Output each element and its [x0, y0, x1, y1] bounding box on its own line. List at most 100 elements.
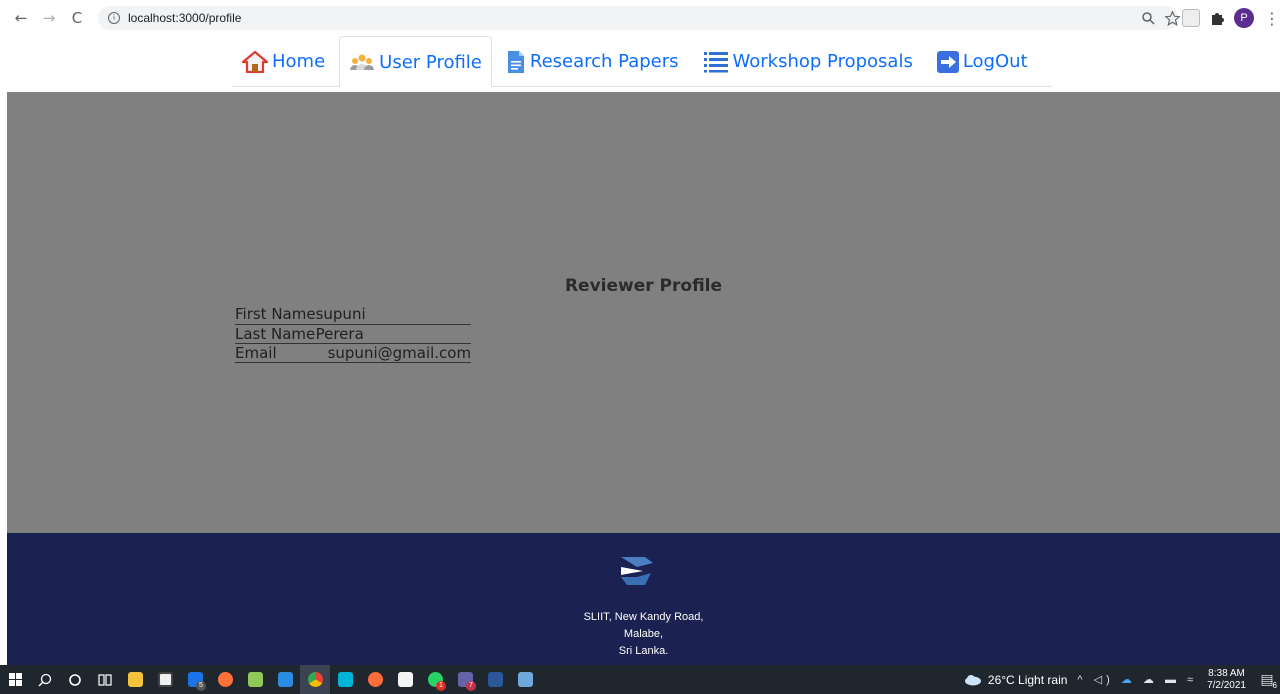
nav-tabs: Home User Profile Research Papers Worksh… [232, 36, 1052, 87]
forward-arrow-icon: → [42, 9, 56, 27]
taskbar-file-explorer[interactable] [120, 665, 150, 694]
taskbar-chrome[interactable] [300, 665, 330, 694]
taskbar-firefox[interactable] [210, 665, 240, 694]
menu-kebab-icon[interactable]: ⋮ [1264, 9, 1280, 28]
cortana-circle-icon [69, 673, 81, 686]
cloud-rain-icon [964, 674, 981, 685]
site-footer: SLIIT, New Kandy Road, Malabe, Sri Lanka… [7, 533, 1280, 665]
profile-avatar[interactable]: P [1234, 8, 1254, 28]
taskbar-app[interactable] [510, 665, 540, 694]
teams-badge: 7 [466, 681, 476, 691]
back-button[interactable]: ← [10, 7, 32, 29]
app-icon [517, 672, 533, 687]
notification-count: 6 [1272, 681, 1277, 690]
address-bar[interactable]: i localhost:3000/profile [98, 6, 1178, 30]
address-line: SLIIT, New Kandy Road, [583, 611, 704, 623]
list-icon [703, 51, 729, 73]
clock-date: 7/2/2021 [1207, 679, 1246, 691]
search-button[interactable] [30, 665, 60, 694]
weather-widget[interactable]: 26°C Light rain [964, 672, 1068, 687]
nav-label-workshop-proposals: Workshop Proposals [732, 51, 913, 72]
nav-item-workshop-proposals[interactable]: Workshop Proposals [693, 36, 923, 86]
wifi-icon[interactable]: ≈ [1187, 674, 1197, 686]
address-line: Malabe, [623, 628, 664, 640]
whatsapp-badge: 1 [436, 681, 446, 691]
field-value-last-name: Perera [315, 324, 472, 344]
bookmark-star-icon[interactable] [1165, 10, 1180, 26]
forward-button[interactable]: → [38, 7, 60, 29]
task-view-button[interactable] [90, 665, 120, 694]
webstorm-icon [337, 672, 353, 687]
clock-time: 8:38 AM [1208, 667, 1245, 679]
taskbar-whatsapp[interactable]: 1 [420, 665, 450, 694]
notepad-plus-icon [247, 672, 263, 687]
taskbar-vscode[interactable] [270, 665, 300, 694]
word-icon [487, 672, 503, 687]
table-row: Last Name Perera [235, 324, 472, 344]
logout-arrow-icon [936, 50, 959, 73]
search-icon [38, 673, 52, 686]
table-row: First Name supuni [235, 305, 472, 325]
table-row: Email supuni@gmail.com [235, 343, 472, 363]
nav-item-research-papers[interactable]: Research Papers [496, 36, 689, 86]
battery-icon[interactable]: ▬ [1165, 674, 1180, 686]
folder-icon [127, 672, 143, 687]
tray-icons[interactable]: ^ ◁) ☁ ☁ ▬ ≈ [1077, 673, 1197, 686]
nav-label-research-papers: Research Papers [529, 51, 679, 72]
zoom-icon[interactable] [1141, 11, 1155, 25]
cortana-button[interactable] [60, 665, 90, 694]
system-tray: 26°C Light rain ^ ◁) ☁ ☁ ▬ ≈ 8:38 AM 7/2… [964, 665, 1280, 694]
puzzle-extensions-icon[interactable] [1210, 11, 1224, 25]
url-text[interactable]: localhost:3000/profile [128, 11, 241, 25]
reload-icon: C [71, 9, 83, 27]
field-label-first-name: First Name [235, 305, 316, 325]
nav-item-logout[interactable]: LogOut [927, 36, 1038, 86]
field-value-email: supuni@gmail.com [315, 343, 472, 363]
footer-address: SLIIT, New Kandy Road, Malabe, Sri Lanka… [7, 609, 1280, 660]
field-label-last-name: Last Name [235, 324, 316, 344]
start-button[interactable] [0, 665, 30, 694]
document-icon [506, 50, 526, 74]
taskbar-teams[interactable]: 7 [450, 665, 480, 694]
home-icon [242, 50, 268, 73]
nav-label-home: Home [272, 51, 326, 72]
omnibox-actions [1141, 6, 1180, 30]
notification-center-button[interactable]: ▤ 6 [1254, 671, 1280, 690]
nav-item-user-profile[interactable]: User Profile [339, 36, 492, 87]
chevron-up-icon[interactable]: ^ [1077, 674, 1086, 686]
field-label-email: Email [235, 343, 316, 363]
reload-button[interactable]: C [66, 7, 88, 29]
site-info-icon[interactable]: i [108, 12, 120, 24]
store-bag-icon [157, 672, 173, 687]
taskbar-notepad-plus[interactable] [240, 665, 270, 694]
nav-label-logout: LogOut [962, 51, 1028, 72]
windows-taskbar: 5 1 7 26°C Light rain ^ ◁) ☁ ☁ ▬ ≈ 8:38 … [0, 665, 1280, 694]
taskbar-store[interactable] [150, 665, 180, 694]
app-navbar: Home User Profile Research Papers Worksh… [0, 36, 1280, 92]
task-view-icon [98, 673, 112, 686]
extension-icon[interactable] [1182, 9, 1200, 27]
firefox-icon [217, 672, 233, 687]
taskbar-webstorm[interactable] [330, 665, 360, 694]
taskbar-word[interactable] [480, 665, 510, 694]
volume-icon[interactable]: ◁) [1094, 674, 1114, 686]
weather-text: 26°C Light rain [987, 672, 1068, 687]
cloud-icon[interactable]: ☁ [1143, 674, 1158, 686]
onedrive-icon[interactable]: ☁ [1121, 674, 1136, 686]
field-value-first-name: supuni [315, 305, 472, 325]
address-line: Sri Lanka. [618, 645, 669, 657]
mail-badge: 5 [196, 681, 206, 691]
chrome-extensions: P ⋮ [1182, 7, 1280, 29]
browser-toolbar: ← → C i localhost:3000/profile P ⋮ [0, 0, 1280, 36]
windows-logo-icon [8, 673, 22, 686]
nav-item-home[interactable]: Home [232, 36, 335, 86]
taskbar-postman[interactable] [360, 665, 390, 694]
back-arrow-icon: ← [14, 9, 28, 27]
taskbar-notepad[interactable] [390, 665, 420, 694]
postman-icon [367, 672, 383, 687]
clock[interactable]: 8:38 AM 7/2/2021 [1207, 668, 1246, 692]
taskbar-mail[interactable]: 5 [180, 665, 210, 694]
page-title: Reviewer Profile [564, 276, 723, 296]
sliit-logo-icon [621, 557, 653, 585]
notepad-icon [397, 672, 413, 687]
